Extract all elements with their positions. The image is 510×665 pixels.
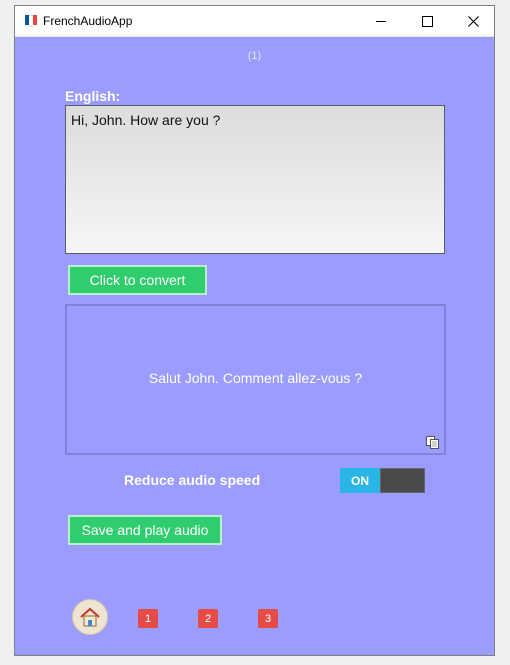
window-title: FrenchAudioApp — [43, 14, 133, 28]
reduce-audio-label: Reduce audio speed — [124, 472, 261, 488]
home-icon — [80, 607, 100, 627]
english-input[interactable]: Hi, John. How are you ? — [65, 105, 445, 254]
minimize-button[interactable] — [358, 6, 404, 36]
close-button[interactable] — [450, 6, 496, 36]
french-text: Salut John. Comment allez-vous ? — [148, 370, 363, 386]
page-button-1[interactable]: 1 — [138, 609, 158, 628]
convert-button[interactable]: Click to convert — [68, 265, 207, 295]
english-label: English: — [65, 88, 121, 104]
counter-label: (1) — [247, 50, 262, 62]
app-window: FrenchAudioApp (1) English: Hi, John. Ho… — [14, 5, 495, 656]
copy-icon[interactable] — [426, 436, 439, 449]
reduce-audio-toggle[interactable]: ON — [340, 468, 425, 493]
toggle-on-label: ON — [340, 468, 380, 493]
french-output: Salut John. Comment allez-vous ? — [65, 304, 446, 455]
french-flag-icon — [25, 15, 37, 27]
toggle-off-segment — [380, 468, 425, 493]
home-button[interactable] — [72, 599, 108, 635]
page-button-3[interactable]: 3 — [258, 609, 278, 628]
maximize-icon — [421, 15, 433, 27]
close-icon — [467, 15, 479, 27]
minimize-icon — [376, 20, 386, 22]
page-button-2[interactable]: 2 — [198, 609, 218, 628]
maximize-button[interactable] — [404, 6, 450, 36]
title-bar: FrenchAudioApp — [15, 6, 494, 37]
save-play-button[interactable]: Save and play audio — [68, 515, 222, 545]
